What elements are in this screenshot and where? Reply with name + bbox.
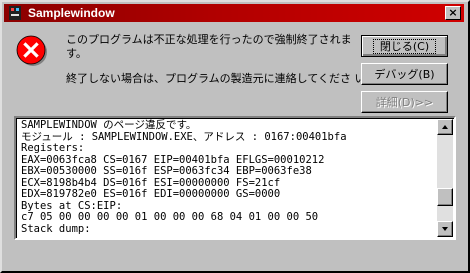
dump-line: EAX=0063fca8 CS=0167 EIP=00401bfa EFLGS=… (21, 153, 325, 166)
details-button-label: 詳細(D)>> (375, 96, 434, 109)
error-message-line-2: す。 (66, 47, 87, 60)
error-dialog-window: Samplewindow × このプログラムは不正な処理を行ったので強制終了され… (0, 0, 470, 273)
close-button[interactable]: 閉じる(C) (361, 35, 448, 57)
scroll-thumb[interactable] (437, 188, 453, 207)
dump-line: モジュール : SAMPLEWINDOW.EXE、アドレス : 0167:004… (21, 130, 347, 143)
dump-line: c7 05 00 00 00 00 01 00 00 00 68 04 01 0… (21, 211, 319, 223)
scroll-up-button[interactable] (437, 119, 453, 135)
title-bar[interactable]: Samplewindow × (4, 4, 464, 22)
dump-line: Stack dump: (21, 222, 91, 235)
details-text-box[interactable]: SAMPLEWINDOW のページ違反です。 モジュール : SAMPLEWIN… (14, 116, 456, 240)
title-close-button[interactable]: × (445, 6, 461, 20)
dump-line: ECX=8198b4b4 DS=016f ESI=00000000 FS=21c… (21, 176, 281, 189)
error-x-icon (16, 35, 47, 66)
scroll-down-button[interactable] (437, 221, 453, 237)
dump-line: Bytes at CS:EIP: (21, 199, 123, 212)
app-bug-icon (9, 6, 21, 20)
error-message-line-3: 終了しない場合は、プログラムの製造元に連絡してくださ い。 (66, 72, 377, 85)
debug-button[interactable]: デバッグ(B) (361, 63, 448, 85)
details-dump-text: SAMPLEWINDOW のページ違反です。 モジュール : SAMPLEWIN… (21, 119, 439, 235)
dump-line: Registers: (21, 142, 85, 154)
dump-line: EBX=00530000 SS=016f ESP=0063fc34 EBP=00… (21, 165, 312, 177)
debug-button-label: デバッグ(B) (374, 68, 435, 81)
arrow-down-icon (442, 227, 448, 231)
vertical-scrollbar[interactable] (437, 119, 453, 237)
close-button-label: 閉じる(C) (372, 38, 437, 54)
window-title: Samplewindow (28, 6, 115, 20)
dump-line: SAMPLEWINDOW のページ違反です。 (21, 119, 197, 131)
error-message-line-1: このプログラムは不正な処理を行ったので強制終了されま (66, 33, 352, 46)
details-button: 詳細(D)>> (361, 91, 448, 113)
dump-line: EDX=819782e0 ES=016f EDI=00000000 GS=000… (21, 188, 281, 200)
arrow-up-icon (442, 125, 448, 129)
